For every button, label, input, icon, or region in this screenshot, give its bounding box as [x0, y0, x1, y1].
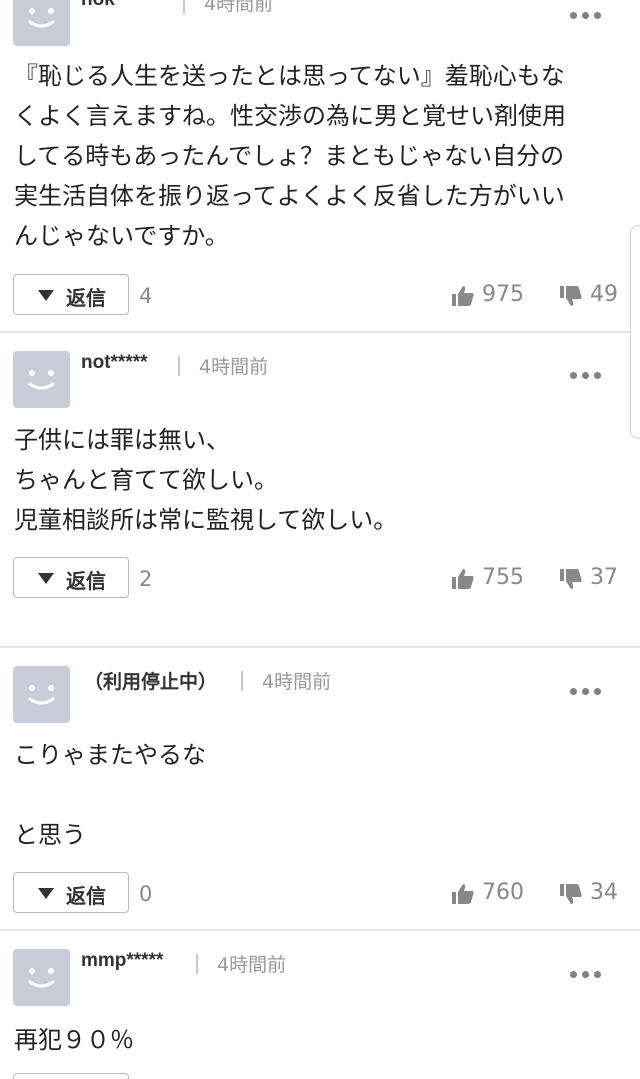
comment-time: 4時間前 [217, 954, 287, 976]
separator [241, 671, 243, 691]
comment-line: 児童相談所は常に監視して欲しい。 [14, 506, 398, 534]
more-options-icon[interactable] [570, 4, 606, 19]
comment-line: こりゃまたやるな [14, 741, 206, 769]
comment-username[interactable]: not***** [81, 352, 148, 374]
separator [196, 954, 198, 974]
comment-line: 再犯９０％ [14, 1026, 134, 1054]
comment-username[interactable]: （利用停止中） [84, 667, 217, 694]
more-options-icon[interactable] [570, 963, 606, 978]
divider [0, 331, 640, 333]
reply-count: 2 [139, 567, 153, 591]
comment-text: 再犯９０％ [14, 1020, 624, 1060]
reply-label: 返信 [66, 286, 106, 310]
thumbs-up-icon [452, 286, 474, 306]
reply-count: 4 [139, 284, 153, 308]
divider [0, 929, 640, 931]
comment-text: 子供には罪は無い、 ちゃんと育てて欲しい。 児童相談所は常に監視して欲しい。 [14, 420, 624, 540]
comment-time: 4時間前 [262, 671, 332, 693]
dislike-count: 49 [590, 282, 618, 307]
reply-button[interactable] [13, 1073, 129, 1079]
comment-line: くよく言えますね。性交渉の為に男と覚せい剤使用 [14, 102, 566, 130]
comment-line: ちゃんと育てて欲しい。 [14, 466, 278, 494]
triangle-down-icon [38, 888, 54, 899]
dislike-count: 37 [590, 565, 618, 590]
like-count: 760 [482, 880, 524, 905]
like-count: 975 [482, 282, 524, 307]
reply-count: 0 [139, 882, 153, 906]
comment-line: 子供には罪は無い、 [14, 426, 230, 454]
comment-text: こりゃまたやるな と思う [14, 735, 624, 855]
thumbs-down-icon [560, 569, 582, 589]
triangle-down-icon [38, 573, 54, 584]
comment-time: 4時間前 [204, 0, 274, 15]
comment-time: 4時間前 [199, 356, 269, 378]
more-options-icon[interactable] [570, 680, 606, 695]
comment-line: 『恥じる人生を送ったとは思ってない』羞恥心もな [14, 62, 565, 90]
reply-button[interactable]: 返信 [13, 557, 129, 598]
comment-username[interactable]: nok***** [81, 0, 152, 11]
like-count: 755 [482, 565, 524, 590]
thumbs-down-icon [560, 884, 582, 904]
comment-line: と思う [14, 821, 86, 849]
dislike-count: 34 [590, 880, 618, 905]
avatar[interactable] [13, 949, 70, 1006]
scrollbar[interactable] [630, 225, 640, 439]
separator [178, 356, 180, 376]
reply-button[interactable]: 返信 [13, 872, 129, 913]
thumbs-down-icon [560, 286, 582, 306]
reply-label: 返信 [66, 569, 106, 593]
reply-label: 返信 [66, 884, 106, 908]
avatar[interactable] [13, 351, 70, 408]
comment-line: んじゃないですか。 [14, 222, 229, 250]
thumbs-up-icon [452, 569, 474, 589]
divider [0, 646, 640, 648]
comment-line [14, 775, 624, 815]
comment-line: してる時もあったんでしょ？まともじゃない自分の [14, 142, 565, 170]
thumbs-up-icon [452, 884, 474, 904]
avatar[interactable] [13, 0, 70, 46]
triangle-down-icon [38, 290, 54, 301]
comment-text: 『恥じる人生を送ったとは思ってない』羞恥心もな くよく言えますね。性交渉の為に男… [14, 56, 624, 256]
comment-line: 実生活自体を振り返ってよくよく反省した方がいい [14, 182, 565, 210]
comment-username[interactable]: mmp***** [81, 950, 163, 972]
separator [183, 0, 185, 14]
reply-button[interactable]: 返信 [13, 274, 129, 315]
avatar[interactable] [13, 666, 70, 723]
more-options-icon[interactable] [570, 364, 606, 379]
